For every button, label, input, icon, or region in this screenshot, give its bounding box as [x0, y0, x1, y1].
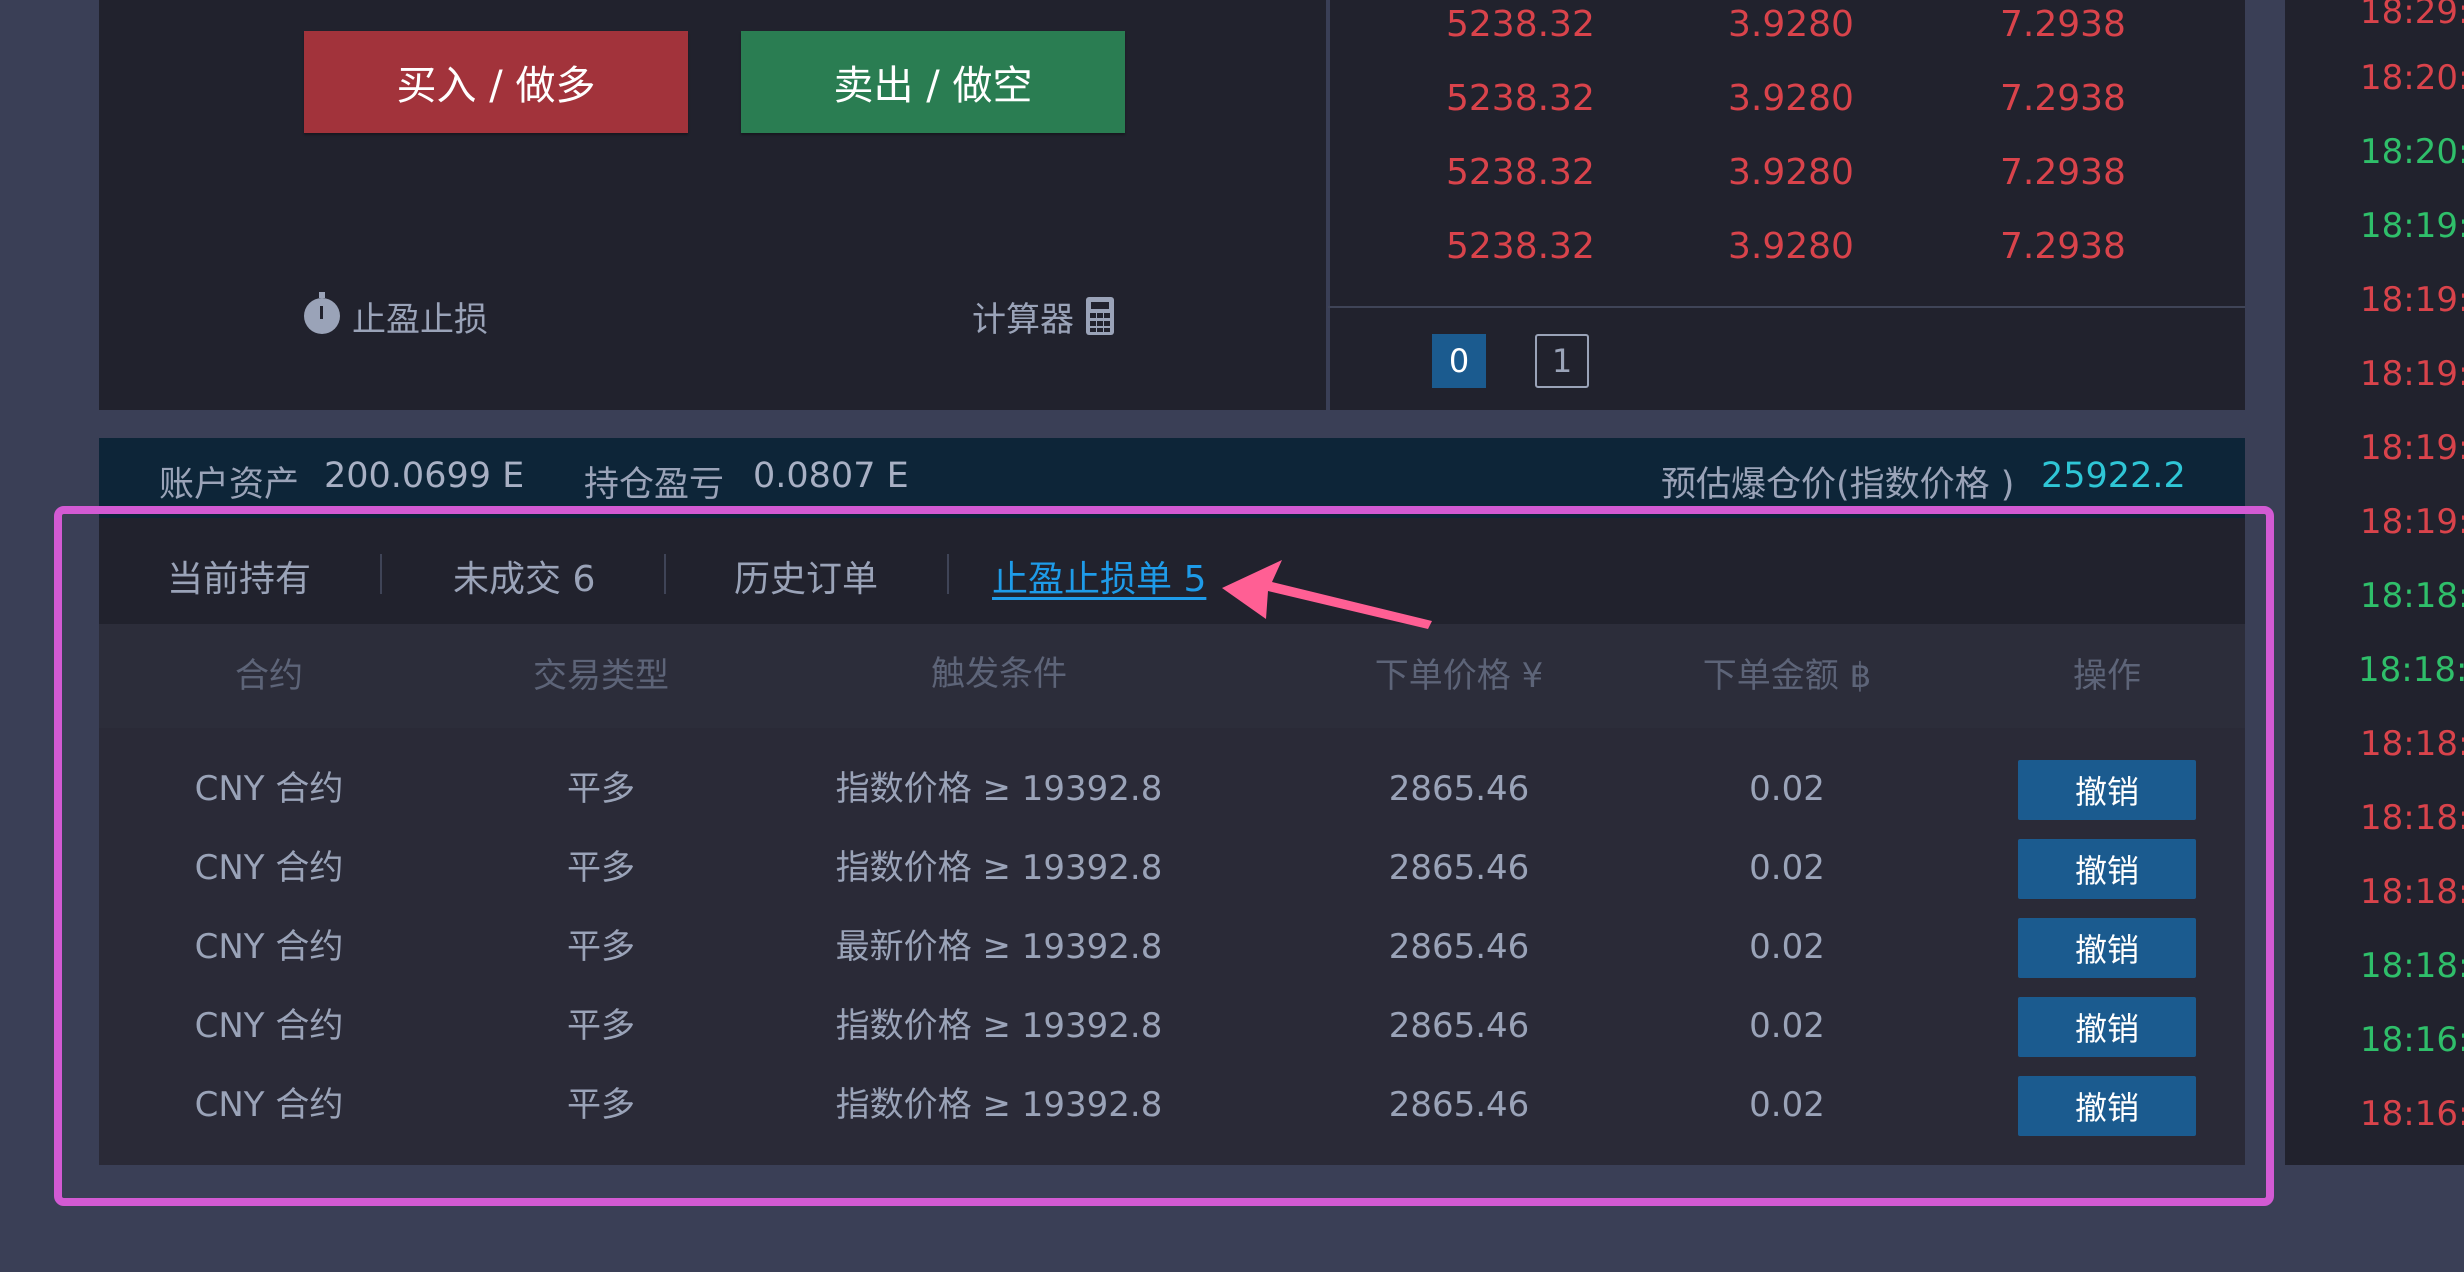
page-button-0[interactable]: 0	[1432, 334, 1486, 388]
account-assets-label: 账户资产	[159, 465, 300, 505]
stopwatch-icon	[304, 292, 340, 334]
trade-time: 18:19:4	[2360, 354, 2464, 394]
trade-time: 18:18:4	[2360, 798, 2464, 838]
order-book-separator	[1328, 306, 2245, 308]
annotation-arrow-icon	[1222, 560, 1432, 629]
trade-time: 18:19:4	[2360, 280, 2464, 320]
sell-short-button[interactable]: 卖出 / 做空	[741, 31, 1125, 133]
take-profit-stop-loss-label: 止盈止损	[352, 299, 488, 340]
order-book-volume: 3.9280	[1728, 78, 1854, 119]
order-book-volume: 3.9280	[1728, 4, 1854, 45]
trade-time: 18:18:4	[2360, 724, 2464, 764]
page-button-1[interactable]: 1	[1535, 334, 1589, 388]
trade-time: 18:20:1	[2360, 132, 2464, 172]
trade-time: 18:19:2	[2360, 502, 2464, 542]
trade-time: 18:16:3	[2360, 1020, 2464, 1060]
order-book-price: 5238.32	[1446, 4, 1595, 45]
account-assets-value: 200.0699 E	[324, 456, 525, 496]
order-book-price: 5238.32	[1446, 226, 1595, 267]
trade-panel: 买入 / 做多 卖出 / 做空 止盈止损 计算器	[99, 0, 1326, 410]
order-book-total: 7.2938	[2000, 226, 2126, 267]
order-book-total: 7.2938	[2000, 152, 2126, 193]
highlight-annotation-box	[54, 506, 2274, 1206]
order-book-total: 7.2938	[2000, 78, 2126, 119]
order-book-row: 5238.32 3.9280 7.2938	[1328, 4, 2245, 60]
order-book-price: 5238.32	[1446, 152, 1595, 193]
position-pnl-value: 0.0807 E	[753, 456, 909, 496]
order-book-panel: 5238.32 3.9280 7.2938 5238.32 3.9280 7.2…	[1328, 0, 2245, 410]
trade-time: 18:19:3	[2360, 428, 2464, 468]
trade-time: 18:18:5	[2360, 576, 2464, 616]
order-book-row: 5238.32 3.9280 7.2938	[1328, 152, 2245, 208]
order-book-total: 7.2938	[2000, 4, 2126, 45]
trade-time: 18:16:3	[2360, 1094, 2464, 1134]
trade-time: 18:20:2	[2360, 58, 2464, 98]
order-book-row: 5238.32 3.9280 7.2938	[1328, 78, 2245, 134]
trade-time: 18:18:3	[2360, 872, 2464, 912]
take-profit-stop-loss-link[interactable]: 止盈止损	[304, 292, 488, 340]
liquidation-price-value: 25922.2	[2041, 456, 2186, 496]
liquidation-price-label: 预估爆仓价(指数价格 )	[1661, 465, 2015, 505]
trade-time: 18:18:2	[2360, 946, 2464, 986]
recent-trades-time-column: 18:29:2 18:20:2 18:20:1 18:19:5 18:19:4 …	[2285, 0, 2464, 1165]
order-book-price: 5238.32	[1446, 78, 1595, 119]
calculator-label: 计算器	[972, 299, 1074, 340]
order-book-volume: 3.9280	[1728, 152, 1854, 193]
order-book-row: 5238.32 3.9280 7.2938	[1328, 226, 2245, 282]
order-book-volume: 3.9280	[1728, 226, 1854, 267]
trade-time: 18:19:5	[2360, 206, 2464, 246]
calculator-icon	[1086, 297, 1114, 335]
calculator-link[interactable]: 计算器	[972, 292, 1114, 340]
buy-long-button[interactable]: 买入 / 做多	[304, 31, 688, 133]
position-pnl-label: 持仓盈亏	[584, 465, 725, 505]
trade-time: 18:29:2	[2360, 0, 2464, 32]
trade-time: 18:18:4	[2358, 650, 2464, 690]
